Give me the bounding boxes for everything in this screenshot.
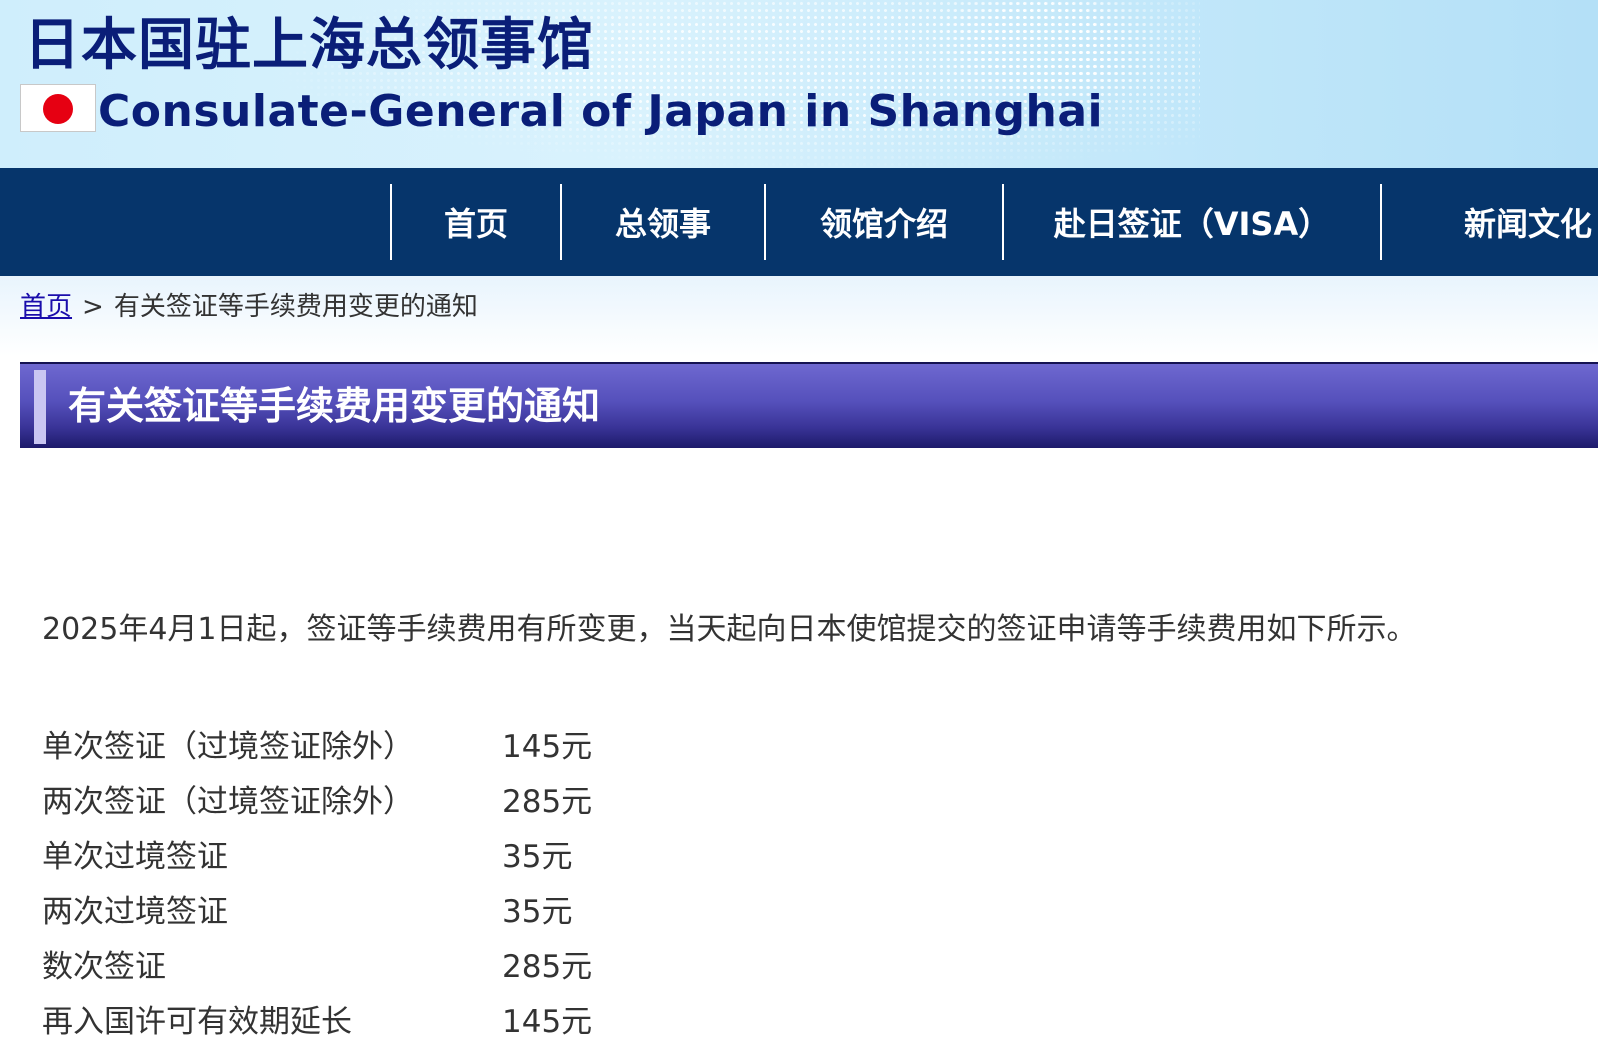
fee-table: 单次签证（过境签证除外） 145元 两次签证（过境签证除外） 285元 单次过境… <box>42 716 702 1046</box>
fee-name: 两次过境签证 <box>42 894 228 930</box>
fee-name: 数次签证 <box>42 949 166 985</box>
breadcrumb-bar: 首页 > 有关签证等手续费用变更的通知 <box>0 276 1598 356</box>
nav-item-news-culture[interactable]: 新闻文化 <box>1382 184 1598 260</box>
site-title-english[interactable]: Consulate-General of Japan in Shanghai <box>98 84 1103 140</box>
breadcrumb-separator: > <box>82 292 104 322</box>
fee-price: 145元 <box>502 729 593 765</box>
fee-price: 35元 <box>502 894 573 930</box>
fee-name: 单次签证（过境签证除外） <box>42 729 414 765</box>
flag-sun <box>43 94 73 124</box>
intro-paragraph: 2025年4月1日起，签证等手续费用有所变更，当天起向日本使馆提交的签证申请等手… <box>42 612 1417 647</box>
table-row: 再入国许可有效期延长 145元 <box>42 991 702 1046</box>
table-row: 数次签证 285元 <box>42 936 702 991</box>
fee-price: 285元 <box>502 949 593 985</box>
nav-item-home[interactable]: 首页 <box>392 184 560 260</box>
nav-item-about-consulate[interactable]: 领馆介绍 <box>766 184 1002 260</box>
table-row: 两次签证（过境签证除外） 285元 <box>42 771 702 826</box>
nav-item-visa[interactable]: 赴日签证（VISA） <box>1004 184 1380 260</box>
fee-name: 两次签证（过境签证除外） <box>42 784 414 820</box>
japan-flag-icon <box>20 84 96 132</box>
main-nav: 首页 总领事 领馆介绍 赴日签证（VISA） 新闻文化 <box>0 168 1598 276</box>
fee-price: 35元 <box>502 839 573 875</box>
table-row: 单次签证（过境签证除外） 145元 <box>42 716 702 771</box>
site-title-japanese[interactable]: 日本国驻上海总领事馆 <box>24 10 594 82</box>
breadcrumb-current: 有关签证等手续费用变更的通知 <box>113 292 478 322</box>
nav-item-consul-general[interactable]: 总领事 <box>562 184 764 260</box>
fee-price: 285元 <box>502 784 593 820</box>
site-header: 日本国驻上海总领事馆 Consulate-General of Japan in… <box>0 0 1598 168</box>
title-accent-bar <box>34 370 46 444</box>
page-title: 有关签证等手续费用变更的通知 <box>68 384 601 428</box>
fee-name: 再入国许可有效期延长 <box>42 1004 352 1040</box>
breadcrumb-home-link[interactable]: 首页 <box>20 292 72 322</box>
page: 日本国驻上海总领事馆 Consulate-General of Japan in… <box>0 0 1598 1050</box>
table-row: 两次过境签证 35元 <box>42 881 702 936</box>
table-row: 单次过境签证 35元 <box>42 826 702 881</box>
page-title-bar: 有关签证等手续费用变更的通知 <box>20 362 1598 448</box>
fee-name: 单次过境签证 <box>42 839 228 875</box>
breadcrumb: 首页 > 有关签证等手续费用变更的通知 <box>20 290 478 324</box>
fee-price: 145元 <box>502 1004 593 1040</box>
